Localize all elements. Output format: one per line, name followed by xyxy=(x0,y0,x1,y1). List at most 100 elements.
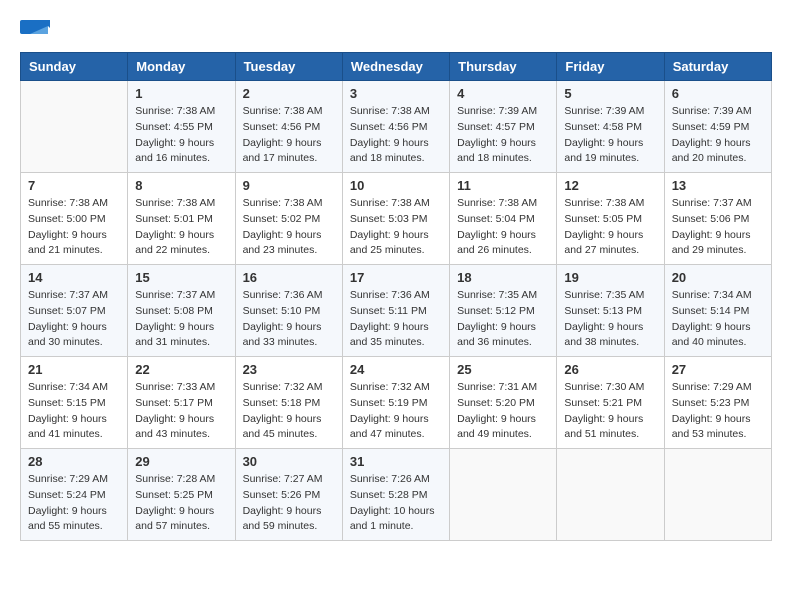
day-number: 17 xyxy=(350,270,442,285)
day-info: Sunrise: 7:37 AMSunset: 5:08 PMDaylight:… xyxy=(135,288,227,351)
day-info: Sunrise: 7:37 AMSunset: 5:07 PMDaylight:… xyxy=(28,288,120,351)
calendar-cell: 25 Sunrise: 7:31 AMSunset: 5:20 PMDayligh… xyxy=(450,357,557,449)
day-number: 5 xyxy=(564,86,656,101)
day-number: 2 xyxy=(243,86,335,101)
calendar-cell: 26 Sunrise: 7:30 AMSunset: 5:21 PMDayligh… xyxy=(557,357,664,449)
day-number: 27 xyxy=(672,362,764,377)
day-number: 3 xyxy=(350,86,442,101)
day-info: Sunrise: 7:39 AMSunset: 4:59 PMDaylight:… xyxy=(672,104,764,167)
weekday-header-thursday: Thursday xyxy=(450,53,557,81)
calendar-week-row: 21 Sunrise: 7:34 AMSunset: 5:15 PMDayligh… xyxy=(21,357,772,449)
day-info: Sunrise: 7:38 AMSunset: 5:00 PMDaylight:… xyxy=(28,196,120,259)
day-info: Sunrise: 7:26 AMSunset: 5:28 PMDaylight:… xyxy=(350,472,442,535)
day-info: Sunrise: 7:34 AMSunset: 5:14 PMDaylight:… xyxy=(672,288,764,351)
calendar-cell: 3 Sunrise: 7:38 AMSunset: 4:56 PMDaylight… xyxy=(342,81,449,173)
day-number: 11 xyxy=(457,178,549,193)
day-info: Sunrise: 7:31 AMSunset: 5:20 PMDaylight:… xyxy=(457,380,549,443)
day-number: 12 xyxy=(564,178,656,193)
day-number: 6 xyxy=(672,86,764,101)
day-number: 4 xyxy=(457,86,549,101)
calendar-cell: 8 Sunrise: 7:38 AMSunset: 5:01 PMDaylight… xyxy=(128,173,235,265)
calendar-cell: 20 Sunrise: 7:34 AMSunset: 5:14 PMDayligh… xyxy=(664,265,771,357)
calendar-cell: 12Sunrise: 7:38 AMSunset: 5:05 PMDayligh… xyxy=(557,173,664,265)
calendar-cell: 19 Sunrise: 7:35 AMSunset: 5:13 PMDayligh… xyxy=(557,265,664,357)
logo-icon xyxy=(20,20,50,42)
day-info: Sunrise: 7:35 AMSunset: 5:13 PMDaylight:… xyxy=(564,288,656,351)
day-number: 19 xyxy=(564,270,656,285)
page-header xyxy=(20,20,772,42)
day-number: 22 xyxy=(135,362,227,377)
calendar-cell: 15Sunrise: 7:37 AMSunset: 5:08 PMDayligh… xyxy=(128,265,235,357)
calendar-cell: 4 Sunrise: 7:39 AMSunset: 4:57 PMDaylight… xyxy=(450,81,557,173)
calendar-cell: 30 Sunrise: 7:27 AMSunset: 5:26 PMDayligh… xyxy=(235,449,342,541)
day-number: 31 xyxy=(350,454,442,469)
calendar-cell: 21 Sunrise: 7:34 AMSunset: 5:15 PMDayligh… xyxy=(21,357,128,449)
calendar-cell: 17 Sunrise: 7:36 AMSunset: 5:11 PMDayligh… xyxy=(342,265,449,357)
calendar-table: SundayMondayTuesdayWednesdayThursdayFrid… xyxy=(20,52,772,541)
day-number: 8 xyxy=(135,178,227,193)
weekday-header-saturday: Saturday xyxy=(664,53,771,81)
day-number: 9 xyxy=(243,178,335,193)
day-number: 28 xyxy=(28,454,120,469)
weekday-header-monday: Monday xyxy=(128,53,235,81)
day-info: Sunrise: 7:28 AMSunset: 5:25 PMDaylight:… xyxy=(135,472,227,535)
calendar-cell: 11 Sunrise: 7:38 AMSunset: 5:04 PMDayligh… xyxy=(450,173,557,265)
day-info: Sunrise: 7:38 AMSunset: 4:56 PMDaylight:… xyxy=(243,104,335,167)
day-info: Sunrise: 7:39 AMSunset: 4:57 PMDaylight:… xyxy=(457,104,549,167)
day-number: 7 xyxy=(28,178,120,193)
day-number: 13 xyxy=(672,178,764,193)
day-info: Sunrise: 7:32 AMSunset: 5:18 PMDaylight:… xyxy=(243,380,335,443)
day-number: 26 xyxy=(564,362,656,377)
calendar-week-row: 28 Sunrise: 7:29 AMSunset: 5:24 PMDayligh… xyxy=(21,449,772,541)
day-info: Sunrise: 7:38 AMSunset: 5:02 PMDaylight:… xyxy=(243,196,335,259)
calendar-cell: 10Sunrise: 7:38 AMSunset: 5:03 PMDayligh… xyxy=(342,173,449,265)
weekday-header-sunday: Sunday xyxy=(21,53,128,81)
day-info: Sunrise: 7:38 AMSunset: 5:04 PMDaylight:… xyxy=(457,196,549,259)
day-info: Sunrise: 7:38 AMSunset: 5:01 PMDaylight:… xyxy=(135,196,227,259)
day-info: Sunrise: 7:33 AMSunset: 5:17 PMDaylight:… xyxy=(135,380,227,443)
calendar-cell: 2 Sunrise: 7:38 AMSunset: 4:56 PMDaylight… xyxy=(235,81,342,173)
day-number: 24 xyxy=(350,362,442,377)
calendar-cell: 16 Sunrise: 7:36 AMSunset: 5:10 PMDayligh… xyxy=(235,265,342,357)
day-number: 10 xyxy=(350,178,442,193)
day-number: 25 xyxy=(457,362,549,377)
calendar-cell: 1 Sunrise: 7:38 AMSunset: 4:55 PMDaylight… xyxy=(128,81,235,173)
calendar-cell: 6 Sunrise: 7:39 AMSunset: 4:59 PMDaylight… xyxy=(664,81,771,173)
calendar-cell: 24 Sunrise: 7:32 AMSunset: 5:19 PMDayligh… xyxy=(342,357,449,449)
day-info: Sunrise: 7:38 AMSunset: 4:55 PMDaylight:… xyxy=(135,104,227,167)
calendar-week-row: 1 Sunrise: 7:38 AMSunset: 4:55 PMDaylight… xyxy=(21,81,772,173)
day-number: 30 xyxy=(243,454,335,469)
calendar-cell: 5 Sunrise: 7:39 AMSunset: 4:58 PMDaylight… xyxy=(557,81,664,173)
weekday-header-tuesday: Tuesday xyxy=(235,53,342,81)
day-number: 16 xyxy=(243,270,335,285)
calendar-week-row: 7 Sunrise: 7:38 AMSunset: 5:00 PMDaylight… xyxy=(21,173,772,265)
day-info: Sunrise: 7:39 AMSunset: 4:58 PMDaylight:… xyxy=(564,104,656,167)
day-info: Sunrise: 7:36 AMSunset: 5:11 PMDaylight:… xyxy=(350,288,442,351)
weekday-header-wednesday: Wednesday xyxy=(342,53,449,81)
day-number: 1 xyxy=(135,86,227,101)
day-number: 23 xyxy=(243,362,335,377)
day-info: Sunrise: 7:29 AMSunset: 5:24 PMDaylight:… xyxy=(28,472,120,535)
day-info: Sunrise: 7:38 AMSunset: 4:56 PMDaylight:… xyxy=(350,104,442,167)
day-info: Sunrise: 7:27 AMSunset: 5:26 PMDaylight:… xyxy=(243,472,335,535)
weekday-header-row: SundayMondayTuesdayWednesdayThursdayFrid… xyxy=(21,53,772,81)
calendar-cell xyxy=(450,449,557,541)
calendar-cell xyxy=(664,449,771,541)
day-number: 14 xyxy=(28,270,120,285)
calendar-week-row: 14 Sunrise: 7:37 AMSunset: 5:07 PMDayligh… xyxy=(21,265,772,357)
calendar-cell xyxy=(557,449,664,541)
logo xyxy=(20,20,54,42)
calendar-cell: 18Sunrise: 7:35 AMSunset: 5:12 PMDayligh… xyxy=(450,265,557,357)
calendar-cell: 14 Sunrise: 7:37 AMSunset: 5:07 PMDayligh… xyxy=(21,265,128,357)
weekday-header-friday: Friday xyxy=(557,53,664,81)
day-info: Sunrise: 7:32 AMSunset: 5:19 PMDaylight:… xyxy=(350,380,442,443)
day-number: 21 xyxy=(28,362,120,377)
day-info: Sunrise: 7:30 AMSunset: 5:21 PMDaylight:… xyxy=(564,380,656,443)
day-number: 20 xyxy=(672,270,764,285)
day-info: Sunrise: 7:37 AMSunset: 5:06 PMDaylight:… xyxy=(672,196,764,259)
day-info: Sunrise: 7:29 AMSunset: 5:23 PMDaylight:… xyxy=(672,380,764,443)
day-info: Sunrise: 7:35 AMSunset: 5:12 PMDaylight:… xyxy=(457,288,549,351)
day-info: Sunrise: 7:34 AMSunset: 5:15 PMDaylight:… xyxy=(28,380,120,443)
day-info: Sunrise: 7:36 AMSunset: 5:10 PMDaylight:… xyxy=(243,288,335,351)
calendar-cell: 27 Sunrise: 7:29 AMSunset: 5:23 PMDayligh… xyxy=(664,357,771,449)
